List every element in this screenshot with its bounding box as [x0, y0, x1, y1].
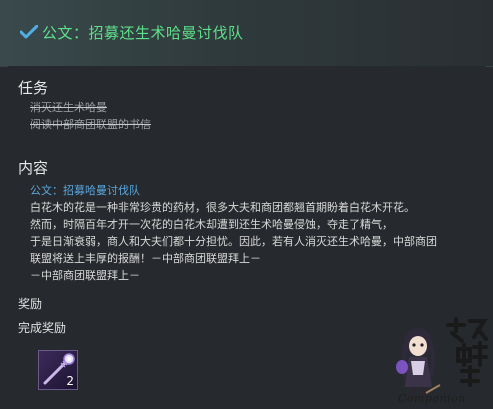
content-subtitle: 公文：招募哈曼讨伐队	[30, 184, 140, 197]
task-item: 阅读中部商团联盟的书信	[30, 118, 151, 131]
content-line: 于是日渐衰弱，商人和大夫们都十分担忧。因此，若有人消灭还生术哈曼，中部商团	[30, 235, 437, 248]
watermark-text: Companion	[398, 392, 466, 405]
content-line: 白花木的花是一种非常珍贵的药材，很多大夫和商团都翘首期盼着白花木开花。	[30, 201, 415, 214]
quest-header: 公文：招募还生术哈曼讨伐队	[0, 0, 493, 67]
content-line: －中部商团联盟拜上－	[30, 269, 140, 282]
reward-item-slot[interactable]: 2	[38, 350, 78, 390]
content-heading: 内容	[18, 159, 49, 177]
reward-heading: 奖励	[18, 297, 43, 311]
tasks-heading: 任务	[18, 79, 49, 97]
quest-title[interactable]: 公文：招募还生术哈曼讨伐队	[42, 22, 244, 43]
task-item: 消灭还生术哈曼	[30, 101, 107, 114]
complete-reward-heading: 完成奖励	[18, 321, 67, 335]
content-line: 然而，时隔百年才开一次花的白花木却遭到还生术哈曼侵蚀，夺走了精气，	[30, 218, 393, 231]
item-count: 2	[66, 374, 74, 388]
check-icon	[20, 25, 38, 39]
content-line: 联盟将送上丰厚的报酬！－中部商团联盟拜上－	[30, 252, 261, 265]
